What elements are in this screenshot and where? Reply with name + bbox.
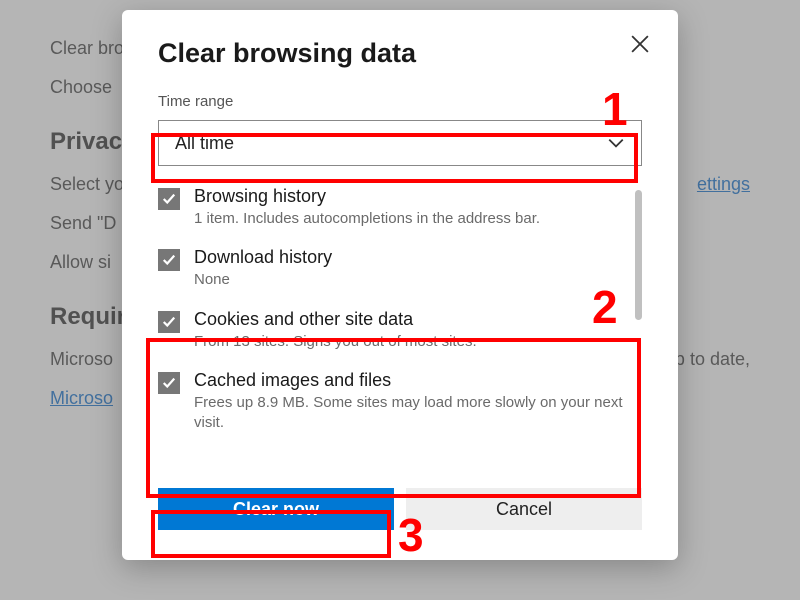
check-icon [162, 376, 176, 390]
option-subtitle: Frees up 8.9 MB. Some sites may load mor… [194, 393, 626, 434]
option-title: Cookies and other site data [194, 309, 626, 330]
time-range-value: All time [175, 133, 234, 154]
close-button[interactable] [628, 32, 652, 56]
option-browsing-history: Browsing history 1 item. Includes autoco… [158, 186, 626, 229]
checkbox-browsing-history[interactable] [158, 188, 180, 210]
check-icon [162, 253, 176, 267]
cancel-button[interactable]: Cancel [406, 488, 642, 530]
option-title: Browsing history [194, 186, 626, 207]
checkbox-cached-images[interactable] [158, 372, 180, 394]
dialog-title: Clear browsing data [158, 38, 642, 69]
option-cached-images: Cached images and files Frees up 8.9 MB.… [158, 370, 626, 434]
option-subtitle: From 13 sites. Signs you out of most sit… [194, 332, 626, 352]
time-range-select[interactable]: All time [158, 120, 642, 166]
chevron-down-icon [607, 134, 625, 152]
clear-browsing-data-dialog: Clear browsing data Time range All time … [122, 10, 678, 560]
modal-overlay: Clear browsing data Time range All time … [0, 0, 800, 600]
option-subtitle: None [194, 270, 626, 290]
clear-now-button[interactable]: Clear now [158, 488, 394, 530]
scrollbar[interactable] [635, 190, 642, 320]
checkbox-download-history[interactable] [158, 249, 180, 271]
option-title: Download history [194, 247, 626, 268]
checkbox-cookies[interactable] [158, 311, 180, 333]
time-range-label: Time range [158, 93, 642, 110]
option-download-history: Download history None [158, 247, 626, 290]
check-icon [162, 315, 176, 329]
option-subtitle: 1 item. Includes autocompletions in the … [194, 209, 626, 229]
option-title: Cached images and files [194, 370, 626, 391]
check-icon [162, 192, 176, 206]
options-list: Browsing history 1 item. Includes autoco… [158, 186, 642, 476]
option-cookies: Cookies and other site data From 13 site… [158, 309, 626, 352]
close-icon [631, 35, 649, 53]
